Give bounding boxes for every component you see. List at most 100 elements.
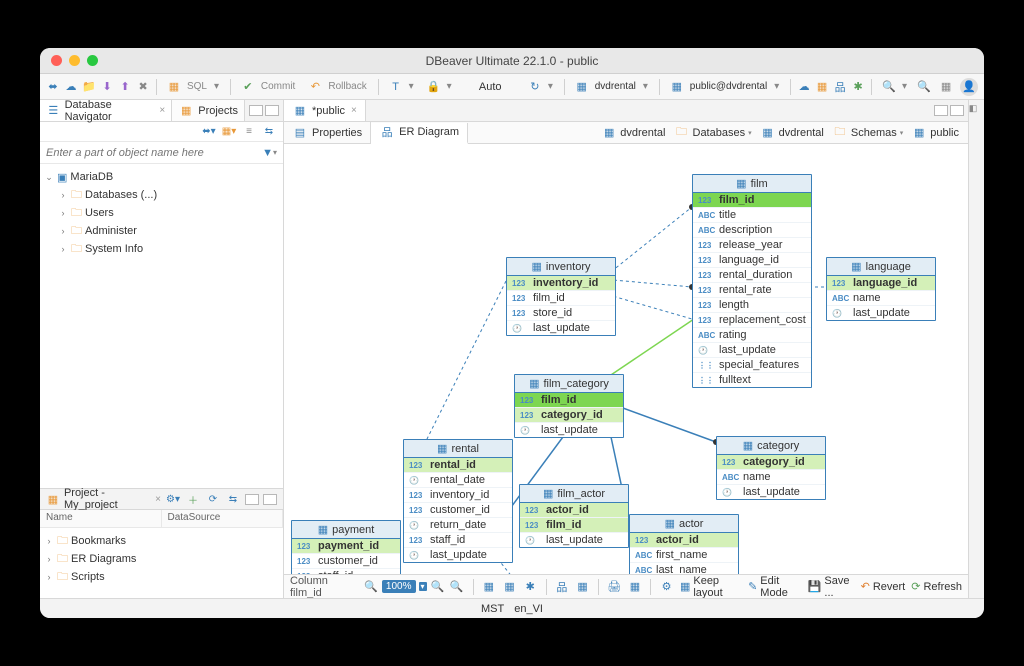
tx-button[interactable]: T▾ (385, 79, 419, 95)
add-icon[interactable]: ＋ (185, 491, 201, 507)
maximize-panel-icon[interactable] (263, 494, 277, 505)
column-row[interactable]: ABCfirst_name (630, 548, 738, 563)
editor-tab-public[interactable]: ▦ *public × (284, 100, 366, 121)
search-dd[interactable]: 🔍▾ (878, 79, 912, 95)
maximize-window[interactable] (87, 55, 98, 66)
refresh-icon[interactable]: ⟳ (205, 491, 221, 507)
column-row[interactable]: 123store_id (507, 306, 615, 321)
entity-inventory[interactable]: ▦ inventory123inventory_id123film_id123s… (506, 257, 616, 336)
column-row[interactable]: 123inventory_id (404, 488, 512, 503)
crumb[interactable]: ▦public (908, 124, 962, 142)
tree-item[interactable]: ›🗀Administer (40, 222, 283, 240)
proj-item[interactable]: ›🗀Scripts (40, 568, 283, 586)
tree-item[interactable]: ›🗀Users (40, 204, 283, 222)
entity-film-category[interactable]: ▦ film_category123film_id123category_id🕐… (514, 374, 624, 438)
entity-film[interactable]: ▦ film123film_idABCtitleABCdescription12… (692, 174, 812, 388)
column-row[interactable]: 123film_id (515, 393, 623, 408)
mx2-icon[interactable]: ⬆ (118, 79, 132, 95)
column-row[interactable]: 123staff_id (404, 533, 512, 548)
bug-icon[interactable]: ✱ (851, 79, 865, 95)
conn-select-2[interactable]: ▦public@dvdrental▾ (666, 79, 784, 95)
snap-icon[interactable]: ✱ (523, 579, 538, 595)
column-row[interactable]: 123rental_rate (693, 283, 811, 298)
column-row[interactable]: 123replacement_cost (693, 313, 811, 328)
export-icon[interactable]: ▦ (628, 579, 643, 595)
column-row[interactable]: 123payment_id (292, 539, 400, 554)
zoom-in-icon[interactable]: 🔍 (430, 579, 446, 595)
column-row[interactable]: ⋮⋮special_features (693, 358, 811, 373)
column-row[interactable]: 123film_id (507, 291, 615, 306)
column-row[interactable]: ⋮⋮fulltext (693, 373, 811, 387)
column-row[interactable]: 123category_id (515, 408, 623, 423)
column-row[interactable]: 🕐last_update (515, 423, 623, 437)
entity-rental[interactable]: ▦ rental123rental_id🕐rental_date123inven… (403, 439, 513, 563)
er-diagram-canvas[interactable]: ▦ inventory123inventory_id123film_id123s… (284, 144, 968, 574)
column-row[interactable]: 123category_id (717, 455, 825, 470)
proj-item[interactable]: ›🗀ER Diagrams (40, 550, 283, 568)
column-row[interactable]: 123release_year (693, 238, 811, 253)
plug-icon[interactable]: ⬌ (46, 79, 60, 95)
cloud-icon[interactable]: ☁ (64, 79, 78, 95)
column-row[interactable]: 🕐last_update (717, 485, 825, 499)
nav-view-icon[interactable]: ≡ (241, 124, 257, 140)
tab-er-diagram[interactable]: 品ER Diagram (371, 123, 468, 144)
column-row[interactable]: 123customer_id (404, 503, 512, 518)
entity-actor[interactable]: ▦ actor123actor_idABCfirst_nameABClast_n… (629, 514, 739, 574)
column-row[interactable]: 123rental_duration (693, 268, 811, 283)
column-row[interactable]: 🕐last_update (404, 548, 512, 562)
col-datasource[interactable]: DataSource (162, 510, 284, 527)
search-icon[interactable]: 🔍 (916, 79, 932, 95)
rollback-button[interactable]: ↶Rollback (304, 79, 371, 95)
filter-icon[interactable]: ▼ (262, 147, 273, 159)
gear-icon[interactable]: ⚙▾ (165, 491, 181, 507)
crumb[interactable]: ▦dvdrental (757, 124, 827, 142)
maximize-panel-icon[interactable] (950, 105, 964, 116)
column-row[interactable]: ABCname (827, 291, 935, 306)
crumb[interactable]: 🗀Databases▾ (671, 124, 755, 142)
tree-root[interactable]: ⌄▣MariaDB (40, 168, 283, 186)
collapse-icon[interactable]: ⇆ (225, 491, 241, 507)
close-icon[interactable]: × (155, 494, 161, 505)
keep-layout-button[interactable]: ▦Keep layout (680, 575, 742, 599)
proj-item[interactable]: ›🗀Bookmarks (40, 532, 283, 550)
save-button[interactable]: 💾Save ... (808, 575, 855, 599)
nav-folder-icon[interactable]: ▦▾ (221, 124, 237, 140)
conn-select-1[interactable]: ▦dvdrental▾ (571, 79, 653, 95)
tree-item[interactable]: ›🗀Databases (...) (40, 186, 283, 204)
sql-button[interactable]: ▦SQL▾ (163, 79, 224, 95)
grid-icon[interactable]: ▦ (481, 579, 496, 595)
nav-connect-icon[interactable]: ⬌▾ (201, 124, 217, 140)
column-row[interactable]: 123rental_id (404, 458, 512, 473)
col-name[interactable]: Name (40, 510, 162, 527)
layout-icon[interactable]: 品 (555, 579, 570, 595)
tab-database-navigator[interactable]: ☰ Database Navigator × (40, 100, 172, 121)
entity-category[interactable]: ▦ category123category_idABCname🕐last_upd… (716, 436, 826, 500)
column-row[interactable]: 123film_id (520, 518, 628, 533)
dash-icon[interactable]: ☁ (797, 79, 811, 95)
revert-button[interactable]: ↶Revert (861, 580, 906, 593)
column-row[interactable]: ABCdescription (693, 223, 811, 238)
column-row[interactable]: 123actor_id (520, 503, 628, 518)
minimize-panel-icon[interactable] (934, 105, 948, 116)
close-icon[interactable]: × (351, 105, 357, 116)
entity-language[interactable]: ▦ language123language_idABCname🕐last_upd… (826, 257, 936, 321)
er-icon[interactable]: 品 (833, 79, 847, 95)
minimize-panel-icon[interactable] (245, 494, 259, 505)
column-row[interactable]: 123staff_id (292, 569, 400, 574)
zoom-fit-icon[interactable]: 🔍 (449, 579, 465, 595)
column-row[interactable]: 🕐rental_date (404, 473, 512, 488)
tab-properties[interactable]: ▤Properties (284, 122, 371, 143)
nav-search-input[interactable] (46, 147, 262, 159)
close-window[interactable] (51, 55, 62, 66)
column-row[interactable]: 123actor_id (630, 533, 738, 548)
minimize-window[interactable] (69, 55, 80, 66)
tree-item[interactable]: ›🗀System Info (40, 240, 283, 258)
commit-button[interactable]: ✔Commit (237, 79, 300, 95)
history-button[interactable]: ↻▾ (524, 79, 558, 95)
user-icon[interactable]: 👤 (960, 78, 978, 96)
column-row[interactable]: 123customer_id (292, 554, 400, 569)
settings-icon[interactable]: ⚙ (659, 579, 674, 595)
proj-icon[interactable]: ▦ (815, 79, 829, 95)
column-row[interactable]: 123film_id (693, 193, 811, 208)
column-row[interactable]: 123length (693, 298, 811, 313)
